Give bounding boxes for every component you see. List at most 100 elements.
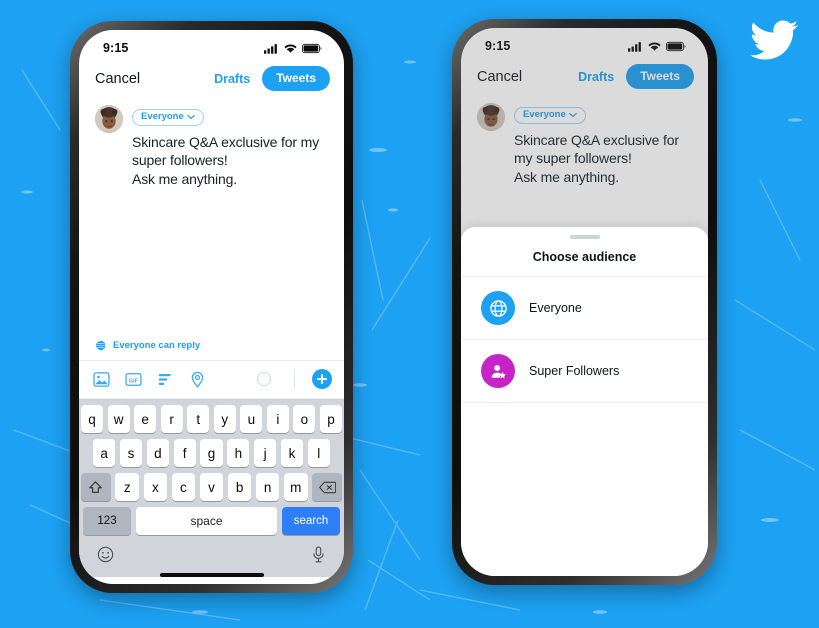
key-l[interactable]: l <box>307 439 330 467</box>
microphone-icon[interactable] <box>311 545 326 563</box>
avatar-photo <box>95 105 123 133</box>
audience-option-label: Super Followers <box>529 364 620 378</box>
composer: Everyone Skincare Q&A exclusive for my s… <box>79 99 344 188</box>
cancel-button[interactable]: Cancel <box>477 69 522 85</box>
screenshot-canvas: 9:15 Cancel Drafts Tweets Everyone Skinc… <box>0 0 819 628</box>
poll-icon[interactable] <box>157 371 174 388</box>
audience-option-label: Everyone <box>529 301 582 315</box>
key-w[interactable]: w <box>107 405 130 433</box>
tweet-text[interactable]: Skincare Q&A exclusive for my super foll… <box>132 133 330 189</box>
status-icons <box>264 43 322 54</box>
audience-option-super-followers[interactable]: Super Followers <box>461 340 708 403</box>
key-j[interactable]: j <box>253 439 277 467</box>
tweet-button[interactable]: Tweets <box>626 64 694 89</box>
choose-audience-sheet: Choose audience Everyone Super Followers <box>461 227 708 576</box>
audience-chip-label: Everyone <box>523 109 566 120</box>
reply-permission-row[interactable]: Everyone can reply <box>79 333 344 361</box>
cellular-signal-icon <box>628 41 641 52</box>
globe-icon <box>95 340 106 351</box>
audience-option-everyone[interactable]: Everyone <box>461 277 708 340</box>
char-count-circle <box>257 372 271 386</box>
cellular-signal-icon <box>264 43 277 54</box>
globe-icon <box>481 291 515 325</box>
onscreen-keyboard: q w e r t y u i o p a s d f g h j k l z … <box>79 399 344 577</box>
svg-text:GIF: GIF <box>129 378 139 384</box>
composer-body: Everyone Skincare Q&A exclusive for my s… <box>514 103 694 186</box>
key-f[interactable]: f <box>173 439 196 467</box>
navbar-actions: Drafts Tweets <box>578 64 694 89</box>
audience-selector-chip[interactable]: Everyone <box>132 108 204 126</box>
keyboard-row-2: a s d f g h j k l <box>81 439 342 467</box>
wifi-icon <box>284 44 297 53</box>
shift-icon[interactable] <box>80 473 111 501</box>
key-b[interactable]: b <box>227 473 252 501</box>
status-bar: 9:15 <box>461 28 708 58</box>
status-icons <box>628 41 686 52</box>
composer-body: Everyone Skincare Q&A exclusive for my s… <box>132 105 330 188</box>
key-d[interactable]: d <box>146 439 169 467</box>
sheet-title: Choose audience <box>461 239 708 277</box>
tweet-button[interactable]: Tweets <box>262 66 330 91</box>
key-c[interactable]: c <box>171 473 196 501</box>
key-a[interactable]: a <box>93 439 116 467</box>
compose-navbar: Cancel Drafts Tweets <box>461 58 708 97</box>
keyboard-row-1: q w e r t y u i o p <box>81 405 342 433</box>
battery-icon <box>302 43 322 53</box>
key-m[interactable]: m <box>283 473 308 501</box>
key-n[interactable]: n <box>255 473 280 501</box>
audience-selector-chip[interactable]: Everyone <box>514 106 586 124</box>
status-time: 9:15 <box>103 41 129 55</box>
reply-permission-label: Everyone can reply <box>113 340 201 351</box>
key-s[interactable]: s <box>119 439 143 467</box>
space-key[interactable]: space <box>136 507 277 535</box>
key-p[interactable]: p <box>319 405 342 433</box>
phone-choose-audience: 9:15 Cancel Drafts Tweets Everyone Skinc… <box>452 19 717 585</box>
key-y[interactable]: y <box>213 405 236 433</box>
twitter-bird-icon <box>750 20 798 60</box>
super-follower-icon <box>481 354 515 388</box>
avatar[interactable] <box>477 103 505 131</box>
wifi-icon <box>648 42 661 51</box>
key-i[interactable]: i <box>266 405 289 433</box>
plus-icon[interactable] <box>312 369 332 389</box>
battery-icon <box>666 41 686 51</box>
composer-toolbar: GIF <box>79 361 344 399</box>
keyboard-row-3: z x c v b n m <box>80 473 343 501</box>
key-z[interactable]: z <box>115 473 140 501</box>
key-x[interactable]: x <box>143 473 168 501</box>
tweet-text[interactable]: Skincare Q&A exclusive for my super foll… <box>514 131 694 187</box>
key-r[interactable]: r <box>160 405 183 433</box>
emoji-icon[interactable] <box>97 546 114 563</box>
drafts-button[interactable]: Drafts <box>214 72 250 86</box>
keyboard-bottom-bar <box>81 539 342 569</box>
search-key[interactable]: search <box>282 507 340 535</box>
cancel-button[interactable]: Cancel <box>95 71 140 87</box>
image-icon[interactable] <box>93 371 110 388</box>
key-k[interactable]: k <box>280 439 304 467</box>
key-e[interactable]: e <box>134 405 157 433</box>
chevron-down-icon <box>568 112 577 117</box>
keyboard-row-4: 123 space search <box>81 507 342 535</box>
key-g[interactable]: g <box>200 439 223 467</box>
key-q[interactable]: q <box>81 405 104 433</box>
numbers-key[interactable]: 123 <box>83 507 131 535</box>
avatar-photo <box>477 103 505 131</box>
compose-navbar: Cancel Drafts Tweets <box>79 60 344 99</box>
audience-chip-label: Everyone <box>141 111 184 122</box>
location-icon[interactable] <box>189 371 206 388</box>
backspace-icon[interactable] <box>312 473 343 501</box>
phone-compose-keyboard: 9:15 Cancel Drafts Tweets Everyone Skinc… <box>70 21 353 593</box>
status-time: 9:15 <box>485 39 511 53</box>
avatar[interactable] <box>95 105 123 133</box>
key-h[interactable]: h <box>227 439 250 467</box>
composer: Everyone Skincare Q&A exclusive for my s… <box>461 97 708 186</box>
gif-icon[interactable]: GIF <box>125 371 142 388</box>
key-v[interactable]: v <box>199 473 224 501</box>
drafts-button[interactable]: Drafts <box>578 70 614 84</box>
status-bar: 9:15 <box>79 30 344 60</box>
key-o[interactable]: o <box>293 405 316 433</box>
key-t[interactable]: t <box>187 405 210 433</box>
key-u[interactable]: u <box>240 405 263 433</box>
phone-2-screen: 9:15 Cancel Drafts Tweets Everyone Skinc… <box>461 28 708 576</box>
phone-1-screen: 9:15 Cancel Drafts Tweets Everyone Skinc… <box>79 30 344 584</box>
